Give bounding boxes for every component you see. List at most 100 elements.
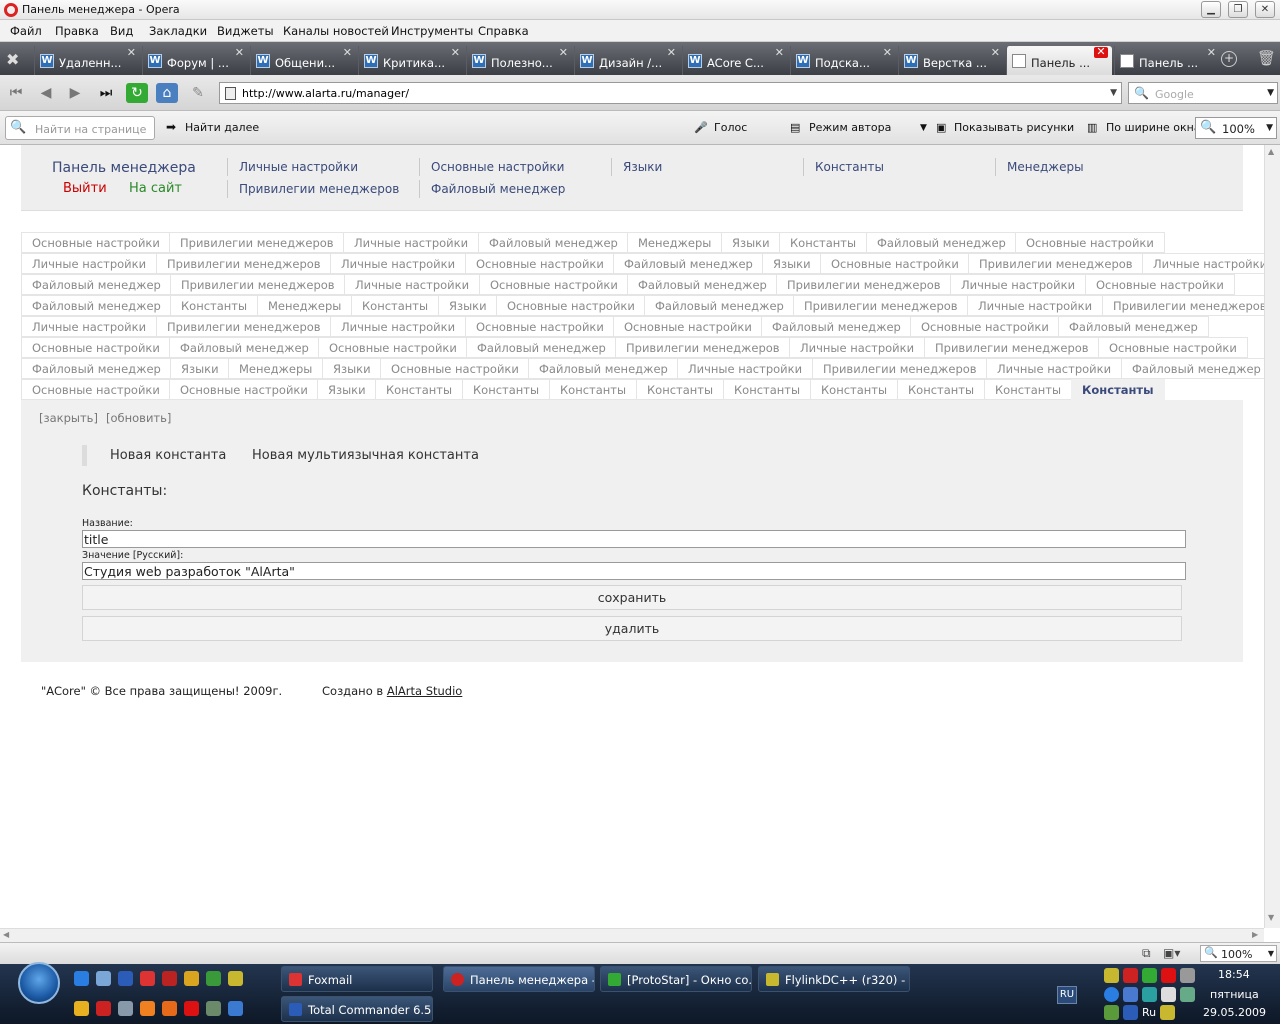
page-tab[interactable]: Привилегии менеджеров — [924, 337, 1100, 358]
close-window-button[interactable]: ✕ — [1255, 1, 1275, 18]
page-tab[interactable]: Константы — [897, 379, 986, 400]
firefox-icon[interactable] — [162, 1001, 177, 1016]
new-tab-button[interactable]: + — [1221, 51, 1237, 67]
page-tab[interactable]: Основные настройки — [21, 337, 171, 358]
zoom-select[interactable]: 🔍 100% ▼ — [1195, 117, 1277, 139]
ie-icon[interactable] — [74, 971, 89, 986]
new-constant-link[interactable]: Новая константа — [110, 448, 226, 463]
language-indicator[interactable]: RU — [1057, 986, 1077, 1004]
chevron-down-icon[interactable]: ▼ — [1267, 88, 1274, 98]
menu-view[interactable]: Вид — [110, 24, 133, 38]
page-tab[interactable]: Основные настройки — [613, 316, 763, 337]
page-tab[interactable]: Константы — [779, 232, 868, 253]
page-tab[interactable]: Личные настройки — [967, 295, 1104, 316]
logout-link[interactable]: Выйти — [63, 181, 107, 196]
page-tab[interactable]: Константы — [636, 379, 725, 400]
page-tab[interactable]: Основные настройки — [318, 337, 468, 358]
scroll-down-icon[interactable]: ▼ — [1268, 913, 1274, 922]
page-tab[interactable]: Привилегии менеджеров — [615, 337, 791, 358]
menu-bookmarks[interactable]: Закладки — [149, 24, 207, 38]
nav-languages[interactable]: Языки — [623, 160, 662, 174]
calculator-icon[interactable] — [118, 1001, 133, 1016]
browser-tab[interactable]: W Общени... ✕ — [250, 46, 356, 75]
page-tab[interactable]: Привилегии менеджеров — [776, 274, 952, 295]
page-tab[interactable]: Основные настройки — [380, 358, 530, 379]
browser-tab[interactable]: W ACore C... ✕ — [682, 46, 788, 75]
page-tab[interactable]: Файловый менеджер — [21, 274, 172, 295]
app-icon[interactable] — [1104, 1005, 1119, 1020]
tray-app-icon[interactable] — [1142, 968, 1157, 983]
close-tab-icon[interactable]: ✕ — [451, 46, 460, 59]
chevron-down-icon[interactable]: ▼ — [920, 123, 927, 133]
nav-constants[interactable]: Константы — [815, 160, 884, 174]
page-tab[interactable]: Файловый менеджер — [761, 316, 912, 337]
page-tab[interactable]: Личные настройки — [789, 337, 926, 358]
tray-app-icon[interactable] — [1104, 968, 1119, 983]
name-input[interactable]: title — [82, 530, 1186, 548]
close-tab-icon[interactable]: ✕ — [667, 46, 676, 59]
chevron-down-icon[interactable]: ▼ — [1110, 88, 1117, 98]
close-panel-link[interactable]: [закрыть] — [39, 411, 98, 425]
task-total-commander[interactable]: Total Commander 6.5... — [281, 996, 433, 1022]
save-button[interactable]: сохранить — [82, 585, 1182, 610]
page-tab[interactable]: Личные настройки — [21, 316, 158, 337]
page-tab[interactable]: Личные настройки — [950, 274, 1087, 295]
close-tab-icon[interactable]: ✕ — [883, 46, 892, 59]
close-tab-icon[interactable]: ✕ — [1207, 46, 1216, 59]
minimize-button[interactable]: ▁ — [1201, 1, 1221, 18]
task-protostar[interactable]: [ProtoStar] - Окно со... — [600, 966, 752, 992]
desktop-icon[interactable] — [96, 971, 111, 986]
page-tab[interactable]: Основные настройки — [1085, 274, 1235, 295]
address-bar[interactable]: http://www.alarta.ru/manager/ ▼ — [219, 82, 1122, 104]
page-tab[interactable]: Константы — [984, 379, 1073, 400]
page-tab-active[interactable]: Константы — [1071, 379, 1165, 400]
page-tab[interactable]: Личные настройки — [343, 232, 480, 253]
home-icon[interactable]: ⌂ — [156, 83, 178, 103]
page-tab[interactable]: Привилегии менеджеров — [170, 274, 346, 295]
network-icon[interactable] — [1123, 987, 1138, 1002]
scroll-right-icon[interactable]: ▶ — [1252, 930, 1258, 939]
page-tab[interactable]: Языки — [170, 358, 230, 379]
page-tab[interactable]: Константы — [462, 379, 551, 400]
app-icon[interactable] — [228, 1001, 243, 1016]
delete-button[interactable]: удалить — [82, 616, 1182, 641]
reload-icon[interactable]: ↻ — [126, 83, 148, 103]
browser-tab[interactable]: W Форум | ... ✕ — [142, 46, 248, 75]
back-icon[interactable]: ◀ — [35, 83, 57, 103]
page-tab[interactable]: Языки — [762, 253, 822, 274]
page-tab[interactable]: Менеджеры — [257, 295, 353, 316]
find-next-button[interactable]: Найти далее — [185, 121, 259, 134]
nav-managers[interactable]: Менеджеры — [1007, 160, 1084, 174]
menu-edit[interactable]: Правка — [55, 24, 99, 38]
close-tab-icon[interactable]: ✕ — [1094, 46, 1108, 58]
tray-app-icon[interactable] — [1123, 968, 1138, 983]
value-input[interactable]: Студия web разработок "AlArta" — [82, 562, 1186, 580]
close-tab-icon[interactable]: ✕ — [991, 46, 1000, 59]
nav-file-manager[interactable]: Файловый менеджер — [431, 182, 565, 196]
tray-language[interactable]: Ru — [1142, 1006, 1156, 1019]
search-field[interactable]: 🔍 Google ▼ — [1128, 82, 1278, 104]
maximize-button[interactable]: ❐ — [1228, 1, 1248, 18]
page-tab[interactable]: Константы — [549, 379, 638, 400]
browser-tab[interactable]: Панель ... ✕ — [1006, 46, 1112, 75]
page-tab[interactable]: Привилегии менеджеров — [812, 358, 988, 379]
menu-help[interactable]: Справка — [478, 24, 529, 38]
page-tab[interactable]: Константы — [375, 379, 464, 400]
menu-widgets[interactable]: Виджеты — [217, 24, 274, 38]
forward-icon[interactable]: ▶ — [64, 83, 86, 103]
camera-icon[interactable]: ▣▾ — [1163, 946, 1180, 960]
shield-icon[interactable] — [206, 971, 221, 986]
page-tab[interactable]: Личные настройки — [21, 253, 158, 274]
page-tab[interactable]: Основные настройки — [21, 379, 171, 400]
page-tab[interactable]: Личные настройки — [677, 358, 814, 379]
page-tab[interactable]: Личные настройки — [986, 358, 1123, 379]
page-tab[interactable]: Файловый менеджер — [21, 358, 172, 379]
page-tab[interactable]: Файловый менеджер — [613, 253, 764, 274]
page-tab[interactable]: Файловый менеджер — [1121, 358, 1272, 379]
opera-icon[interactable] — [162, 971, 177, 986]
browser-tab[interactable]: W Критика... ✕ — [358, 46, 464, 75]
page-tab[interactable]: Константы — [170, 295, 259, 316]
fit-width-button[interactable]: По ширине окна — [1106, 121, 1201, 134]
page-tab[interactable]: Основные настройки — [21, 232, 171, 253]
menu-file[interactable]: Файл — [10, 24, 42, 38]
